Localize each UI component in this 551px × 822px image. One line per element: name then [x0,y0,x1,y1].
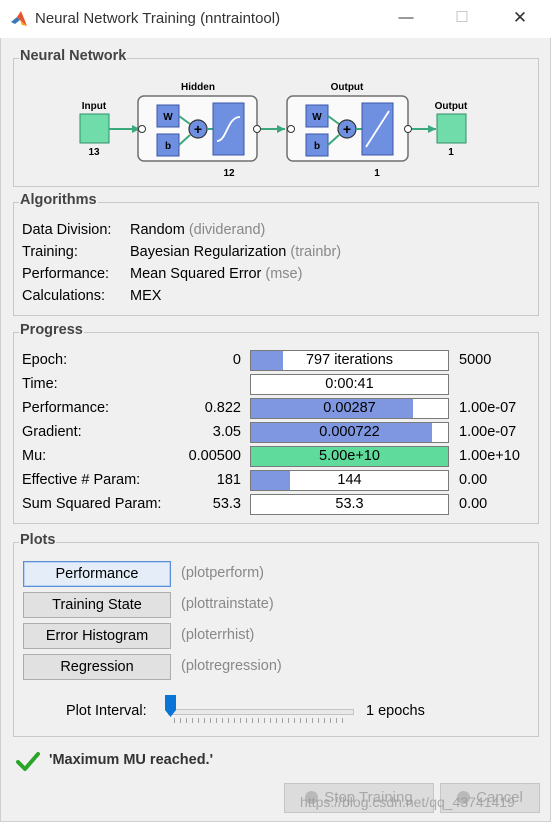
output-bias-label: b [314,141,320,152]
algorithms-panel: Algorithms Data Division: Random (divider… [13,192,539,316]
input-block [79,113,110,144]
sum-squared-param-current-value: 53.3 [335,496,364,512]
training-label: Training: [22,244,78,260]
neural-network-panel: Neural Network Input 13 Hidden W b + 12 … [13,48,539,187]
performance-label: Performance: [22,400,110,416]
hidden-size: 12 [223,168,235,179]
performance-progress-bar: 0.00287 [250,398,449,419]
plot-regression-fn: (plotregression) [181,658,282,674]
plot-performance-fn: (plotperform) [181,565,264,581]
status-message: 'Maximum MU reached.' [49,752,214,768]
output-block [436,113,467,144]
output-layer-size: 1 [374,168,380,179]
mu-current-value: 5.00e+10 [319,448,380,464]
hidden-label: Hidden [181,82,215,93]
check-icon [16,752,40,771]
epoch-start-value: 0 [232,352,241,368]
sum-squared-param-label: Sum Squared Param: [22,496,162,512]
gradient-start-value: 3.05 [212,424,241,440]
watermark: https://blog.csdn.net/qq_43741419 [300,794,515,810]
epoch-target-value: 5000 [459,352,492,368]
calculations-label: Calculations: [22,288,106,304]
gradient-label: Gradient: [22,424,82,440]
effective-param-target-value: 0.00 [459,472,488,488]
plots-panel-title: Plots [19,532,57,548]
hidden-sum-symbol: + [194,121,202,137]
performance-target-value: 1.00e-07 [459,400,517,416]
progress-panel-title: Progress [19,322,84,338]
gradient-target-value: 1.00e-07 [459,424,517,440]
time-current-value: 0:00:41 [325,376,374,392]
effective-param-start-value: 181 [216,472,241,488]
minimize-icon[interactable]: — [396,8,416,28]
performance-value: Mean Squared Error (mse) [130,266,303,282]
epoch-current-value: 797 iterations [305,352,394,368]
input-label: Input [82,101,107,112]
sum-squared-param-target-value: 0.00 [459,496,488,512]
hidden-transfer-block [212,102,245,156]
performance-current-value: 0.00287 [323,400,376,416]
progress-panel: Progress Epoch: 0 797 iterations 5000 Time: 0… [13,322,539,524]
output-size: 1 [448,147,454,158]
mu-label: Mu: [22,448,47,464]
time-label: Time: [22,376,58,392]
output-weight-label: W [312,112,322,123]
input-size: 13 [88,147,100,158]
plot-error-histogram-fn: (ploterrhist) [181,627,255,643]
mu-progress-bar: 5.00e+10 [250,446,449,467]
performance-label: Performance: [22,266,110,282]
gradient-current-value: 0.000722 [319,424,380,440]
epoch-progress-bar: 797 iterations [250,350,449,371]
mu-start-value: 0.00500 [188,448,241,464]
plots-panel: Plots Performance (plotperform) Training… [13,532,539,737]
output-sum-symbol: + [343,121,351,137]
plot-interval-slider-track[interactable] [168,709,354,715]
training-fn: (trainbr) [290,244,342,260]
hidden-weight-label: W [163,112,173,123]
sum-squared-param-progress-bar: 53.3 [250,494,449,515]
plot-training-state-button[interactable]: Training State [23,592,171,618]
effective-param-current-value: 144 [337,472,362,488]
plot-regression-button[interactable]: Regression [23,654,171,680]
plot-interval-slider-ticks [174,718,348,723]
effective-param-label: Effective # Param: [22,472,141,488]
output-label: Output [435,101,468,112]
time-progress-bar: 0:00:41 [250,374,449,395]
plot-interval-slider-thumb[interactable] [165,695,176,717]
gradient-progress-bar: 0.000722 [250,422,449,443]
calculations-value: MEX [130,288,162,304]
plot-training-state-fn: (plottrainstate) [181,596,274,612]
mu-target-value: 1.00e+10 [459,448,520,464]
plot-interval-label: Plot Interval: [66,703,147,719]
data-division-label: Data Division: [22,222,112,238]
data-division-value: Random (dividerand) [130,222,266,238]
output-layer-label: Output [331,82,364,93]
network-diagram: Input 13 Hidden W b + 12 Output W b + 1 … [79,82,468,179]
performance-fn: (mse) [265,266,303,282]
training-value: Bayesian Regularization (trainbr) [130,244,342,260]
title-bar: Neural Network Training (nntraintool) — … [0,0,551,38]
plot-error-histogram-button[interactable]: Error Histogram [23,623,171,649]
performance-start-value: 0.822 [204,400,241,416]
algorithms-panel-title: Algorithms [19,192,98,208]
matlab-logo-icon [11,11,27,26]
sum-squared-param-start-value: 53.3 [212,496,241,512]
close-icon[interactable]: ✕ [510,8,530,28]
effective-param-progress-bar: 144 [250,470,449,491]
data-division-fn: (dividerand) [188,222,266,238]
window-title: Neural Network Training (nntraintool) [35,10,281,27]
hidden-bias-label: b [165,141,171,152]
maximize-icon[interactable]: ☐ [452,8,472,28]
plot-performance-button[interactable]: Performance [23,561,171,587]
plot-interval-value: 1 epochs [366,703,425,719]
epoch-label: Epoch: [22,352,68,368]
